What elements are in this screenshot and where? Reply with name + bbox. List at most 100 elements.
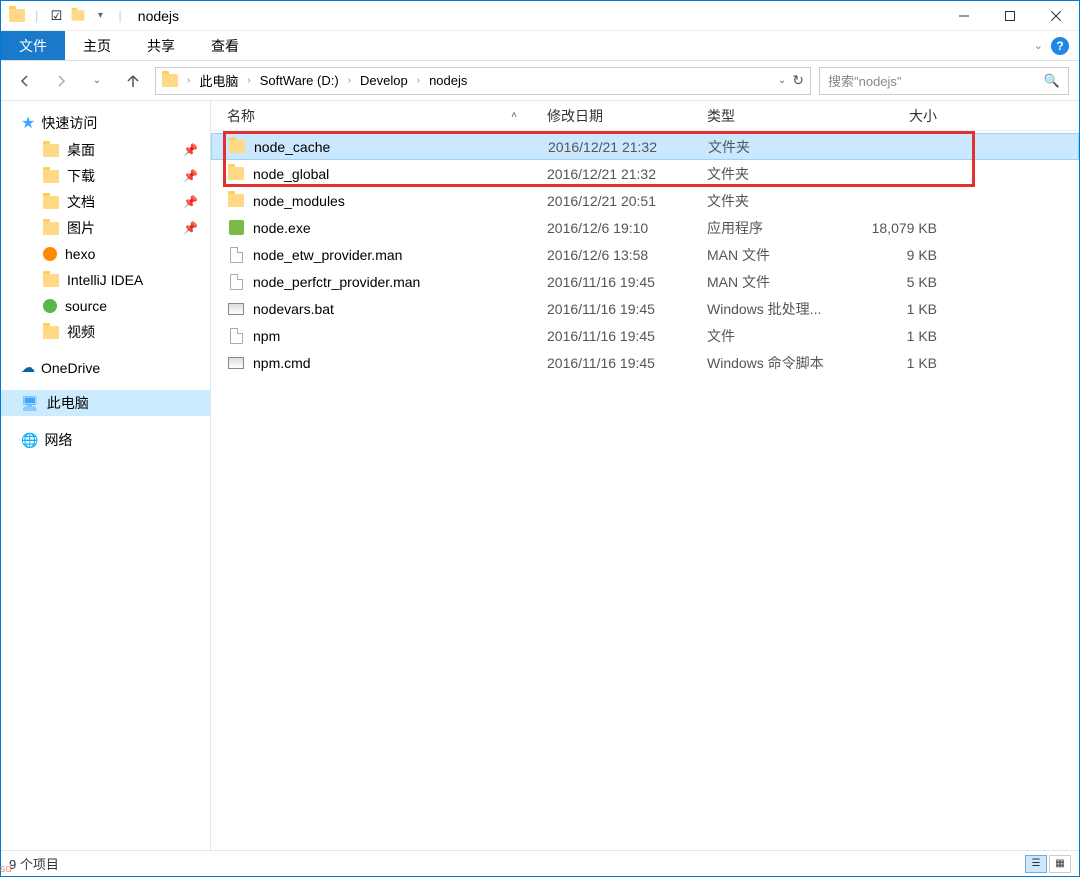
network-icon: 🌐 [21, 432, 38, 449]
file-row[interactable]: node_etw_provider.man2016/12/6 13:58MAN … [211, 241, 1079, 268]
pc-icon: 🖥 [21, 395, 39, 412]
recent-dropdown[interactable]: ⌄ [83, 67, 111, 95]
column-type[interactable]: 类型 [707, 106, 857, 126]
ribbon-tab-file[interactable]: 文件 [1, 31, 65, 60]
file-date: 2016/11/16 19:45 [547, 301, 707, 317]
sidebar-item[interactable]: 下载📌 [1, 163, 210, 189]
forward-button[interactable] [47, 67, 75, 95]
search-input[interactable]: 搜索"nodejs" 🔍 [819, 67, 1069, 95]
sidebar-thispc[interactable]: 🖥 此电脑 [1, 390, 210, 416]
dropdown-icon[interactable]: ▾ [92, 8, 108, 24]
sidebar-item-label: 文档 [67, 192, 95, 212]
checkbox-icon[interactable]: ☑ [48, 8, 64, 24]
refresh-icon[interactable]: ↻ [792, 72, 804, 89]
sidebar-item[interactable]: IntelliJ IDEA [1, 267, 210, 293]
sidebar-quick-access[interactable]: ★ 快速访问 [1, 109, 210, 137]
window-title: nodejs [138, 8, 179, 24]
file-row[interactable]: npm2016/11/16 19:45文件1 KB [211, 322, 1079, 349]
titlebar-sep2: | [114, 8, 125, 23]
bat-icon [228, 357, 244, 369]
breadcrumb-0[interactable]: 此电脑 [199, 71, 238, 90]
file-icon [230, 247, 243, 263]
close-button[interactable] [1033, 1, 1079, 31]
minimize-button[interactable] [941, 1, 987, 31]
file-row[interactable]: node_cache2016/12/21 21:32文件夹 [211, 133, 1079, 160]
chevron-right-icon: › [414, 75, 423, 86]
column-size[interactable]: 大小 [857, 106, 957, 126]
file-date: 2016/12/21 20:51 [547, 193, 707, 209]
folder-icon [43, 170, 59, 183]
sidebar-quick-label: 快速访问 [41, 113, 97, 133]
ribbon-tab-view[interactable]: 查看 [193, 31, 257, 60]
ribbon-right: ⌄ ? [1034, 31, 1079, 60]
maximize-icon [1005, 11, 1015, 21]
pin-icon: 📌 [183, 221, 198, 235]
back-button[interactable] [11, 67, 39, 95]
file-type: 文件夹 [707, 191, 857, 211]
file-size: 1 KB [857, 301, 957, 317]
folder-icon [43, 274, 59, 287]
arrow-right-icon [53, 73, 69, 89]
up-button[interactable] [119, 67, 147, 95]
help-icon[interactable]: ? [1051, 37, 1069, 55]
sidebar-network-label: 网络 [44, 430, 72, 450]
search-icon[interactable]: 🔍 [1044, 73, 1060, 89]
sidebar-onedrive[interactable]: ☁ OneDrive [1, 355, 210, 380]
file-icon [230, 274, 243, 290]
chevron-right-icon: › [244, 75, 253, 86]
sidebar-item[interactable]: 图片 📌 [1, 215, 210, 241]
sidebar-item[interactable]: 文档📌 [1, 189, 210, 215]
file-date: 2016/12/6 13:58 [547, 247, 707, 263]
sidebar-item[interactable]: source [1, 293, 210, 319]
file-list[interactable]: node_cache2016/12/21 21:32文件夹node_global… [211, 131, 1079, 850]
file-name: node_cache [254, 139, 548, 155]
statusbar: 9 个项目 ☰ ▦ [1, 850, 1079, 876]
breadcrumb-2[interactable]: Develop [360, 73, 408, 88]
source-icon [43, 299, 57, 313]
folder-icon [162, 73, 178, 89]
folder-small-icon [70, 8, 86, 24]
sidebar-network[interactable]: 🌐 网络 [1, 426, 210, 454]
onedrive-icon: ☁ [21, 359, 35, 376]
chevron-right-icon: › [345, 75, 354, 86]
hexo-icon [43, 247, 57, 261]
file-date: 2016/11/16 19:45 [547, 274, 707, 290]
file-row[interactable]: node.exe2016/12/6 19:10应用程序18,079 KB [211, 214, 1079, 241]
sort-asc-icon: ˄ [511, 110, 517, 121]
folder-icon [9, 8, 25, 24]
maximize-button[interactable] [987, 1, 1033, 31]
column-name-label: 名称 [227, 106, 255, 126]
sidebar-item-label: 图片 [67, 218, 95, 238]
chevron-down-icon[interactable]: ⌄ [778, 75, 786, 86]
view-details-button[interactable]: ☰ [1025, 855, 1047, 873]
file-row[interactable]: node_perfctr_provider.man2016/11/16 19:4… [211, 268, 1079, 295]
ribbon-tab-home[interactable]: 主页 [65, 31, 129, 60]
folder-icon [228, 194, 244, 207]
sidebar-item[interactable]: 视频 [1, 319, 210, 345]
file-row[interactable]: node_global2016/12/21 21:32文件夹 [211, 160, 1079, 187]
file-name: npm [253, 328, 547, 344]
breadcrumb-3[interactable]: nodejs [429, 73, 467, 88]
sidebar-item[interactable]: hexo [1, 241, 210, 267]
file-size: 5 KB [857, 274, 957, 290]
column-name[interactable]: 名称 ˄ [227, 106, 547, 126]
chevron-right-icon: › [184, 75, 193, 86]
file-name: npm.cmd [253, 355, 547, 371]
view-icons-button[interactable]: ▦ [1049, 855, 1071, 873]
file-type: MAN 文件 [707, 245, 857, 265]
bat-icon [228, 303, 244, 315]
column-date[interactable]: 修改日期 [547, 106, 707, 126]
chevron-down-icon[interactable]: ⌄ [1034, 39, 1043, 52]
folder-icon [228, 167, 244, 180]
sidebar-item-label: 桌面 [67, 140, 95, 160]
folder-icon [43, 196, 59, 209]
ribbon-tab-share[interactable]: 共享 [129, 31, 193, 60]
file-row[interactable]: nodevars.bat2016/11/16 19:45Windows 批处理.… [211, 295, 1079, 322]
sidebar-item[interactable]: 桌面📌 [1, 137, 210, 163]
address-row: ⌄ › 此电脑 › SoftWare (D:) › Develop › node… [1, 61, 1079, 101]
file-row[interactable]: node_modules2016/12/21 20:51文件夹 [211, 187, 1079, 214]
titlebar-left: | ☑ ▾ | nodejs [1, 8, 179, 24]
address-bar[interactable]: › 此电脑 › SoftWare (D:) › Develop › nodejs… [155, 67, 811, 95]
breadcrumb-1[interactable]: SoftWare (D:) [260, 73, 339, 88]
file-row[interactable]: npm.cmd2016/11/16 19:45Windows 命令脚本1 KB [211, 349, 1079, 376]
